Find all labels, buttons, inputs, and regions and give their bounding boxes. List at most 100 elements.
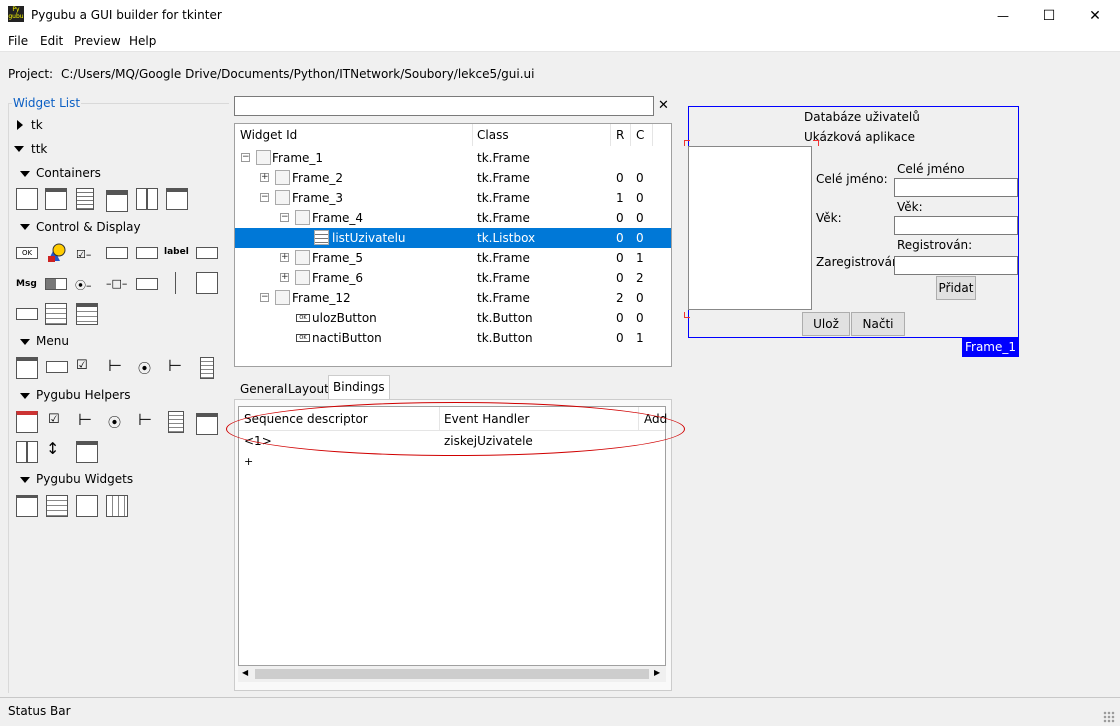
tree-header-column[interactable]: C — [636, 124, 644, 146]
section-containers[interactable]: Containers — [36, 166, 101, 180]
submenu-widget-icon[interactable] — [200, 357, 214, 379]
pw-editabletree-icon[interactable] — [46, 495, 68, 517]
spinbox-widget-icon[interactable] — [196, 247, 218, 259]
message-widget-icon[interactable]: Msg — [16, 279, 37, 289]
split-widget-icon[interactable] — [136, 188, 158, 210]
menu-edit[interactable]: Edit — [40, 34, 63, 48]
tree-row[interactable]: + Frame_2 tk.Frame 0 0 — [235, 168, 671, 188]
close-button[interactable]: ✕ — [1072, 0, 1118, 31]
helper-list-icon[interactable] — [168, 411, 184, 433]
helper-split-icon[interactable] — [16, 441, 38, 463]
expanded-arrow-icon[interactable] — [20, 171, 30, 177]
sizegrip-widget-icon[interactable] — [196, 272, 218, 294]
progressbar-widget-icon[interactable] — [45, 278, 67, 290]
age-field[interactable] — [894, 216, 1018, 235]
section-pygubu-widgets[interactable]: Pygubu Widgets — [36, 472, 133, 486]
resize-grip-icon[interactable] — [1103, 711, 1115, 723]
save-button[interactable]: Ulož — [802, 312, 850, 336]
pw-canvas-icon[interactable] — [76, 495, 98, 517]
scale-widget-icon[interactable]: –□– — [106, 277, 127, 290]
toplevel-widget-icon[interactable] — [166, 188, 188, 210]
checkbutton-widget-icon[interactable]: ☑– — [76, 248, 96, 261]
search-input[interactable] — [234, 96, 654, 116]
tree-header-row[interactable]: R — [616, 124, 624, 146]
add-binding-button[interactable]: + — [244, 455, 253, 468]
tree-row[interactable]: + Frame_5 tk.Frame 0 1 — [235, 248, 671, 268]
clear-search-icon[interactable]: ✕ — [658, 98, 669, 113]
minimize-button[interactable]: — — [980, 0, 1026, 31]
expanded-arrow-icon[interactable] — [20, 224, 30, 230]
collapse-icon[interactable]: − — [260, 193, 269, 202]
spinbox2-widget-icon[interactable] — [16, 308, 38, 320]
notebook-widget-icon[interactable] — [106, 190, 128, 212]
menu-file[interactable]: File — [8, 34, 28, 48]
tree-row-selected[interactable]: listUzivatelu tk.Listbox 0 0 — [235, 228, 671, 248]
tree-row[interactable]: OK ulozButton tk.Button 0 0 — [235, 308, 671, 328]
scroll-right-icon[interactable]: ▶ — [654, 668, 660, 677]
tree-header-widget-id[interactable]: Widget Id — [240, 124, 297, 146]
section-menu[interactable]: Menu — [36, 334, 69, 348]
tree-header-class[interactable]: Class — [477, 124, 509, 146]
registered-field[interactable] — [894, 256, 1018, 275]
button-widget-icon[interactable]: OK — [16, 247, 38, 259]
combobox-widget-icon[interactable] — [106, 247, 128, 259]
tree-row[interactable]: OK nactiButton tk.Button 0 1 — [235, 328, 671, 348]
section-pygubu-helpers[interactable]: Pygubu Helpers — [36, 388, 131, 402]
helper-frame-icon[interactable] — [16, 411, 38, 433]
helper-scrolled-icon[interactable] — [76, 441, 98, 463]
expanded-arrow-icon[interactable] — [20, 393, 30, 399]
text-widget-icon[interactable] — [45, 303, 67, 325]
maximize-button[interactable]: ☐ — [1026, 0, 1072, 31]
load-button[interactable]: Načti — [851, 312, 905, 336]
labelframe-widget-icon[interactable] — [45, 188, 67, 210]
helper-check-icon[interactable]: ☑ — [48, 412, 60, 427]
tab-layout[interactable]: Layout — [284, 378, 333, 400]
scrollbar-widget-icon[interactable] — [136, 278, 158, 290]
collapse-icon[interactable]: − — [280, 213, 289, 222]
shapes-widget-icon[interactable] — [46, 243, 66, 263]
tab-general[interactable]: General — [236, 378, 291, 400]
helper-command-icon[interactable]: ⊢ — [78, 410, 92, 429]
menuradio-widget-icon[interactable]: ⦿ — [138, 358, 151, 377]
preview-listbox[interactable] — [688, 146, 812, 310]
tree-row[interactable]: + Frame_6 tk.Frame 0 2 — [235, 268, 671, 288]
panedwindow-widget-icon[interactable] — [76, 188, 94, 210]
expand-icon[interactable]: + — [280, 273, 289, 282]
add-button[interactable]: Přidat — [936, 276, 976, 300]
menucheck-widget-icon[interactable]: ☑ — [76, 358, 88, 373]
frame-widget-icon[interactable] — [16, 188, 38, 210]
collapse-icon[interactable]: − — [260, 293, 269, 302]
helper-separator-icon[interactable]: ⊢ — [138, 410, 152, 429]
scroll-left-icon[interactable]: ◀ — [242, 668, 248, 677]
helper-radio-icon[interactable]: ⦿ — [108, 412, 121, 431]
helper-folder-icon[interactable] — [196, 413, 218, 435]
entry-widget-icon[interactable] — [136, 247, 158, 259]
scrollbar-thumb[interactable] — [255, 669, 649, 679]
menu-preview[interactable]: Preview — [74, 34, 121, 48]
tree-row[interactable]: − Frame_12 tk.Frame 2 0 — [235, 288, 671, 308]
menubutton-widget-icon[interactable] — [46, 361, 68, 373]
section-tk[interactable]: tk — [31, 118, 43, 132]
collapsed-arrow-icon[interactable] — [17, 120, 23, 130]
expanded-arrow-icon[interactable] — [20, 477, 30, 483]
section-ttk[interactable]: ttk — [31, 142, 47, 156]
treeview-widget-icon[interactable] — [76, 303, 98, 325]
name-field[interactable] — [894, 178, 1018, 197]
radiobutton-widget-icon[interactable]: ⦿– — [75, 277, 92, 293]
expanded-arrow-icon[interactable] — [20, 339, 30, 345]
expanded-arrow-icon[interactable] — [14, 146, 24, 152]
tree-row[interactable]: − Frame_3 tk.Frame 1 0 — [235, 188, 671, 208]
helper-resize-icon[interactable]: ↕ — [46, 439, 59, 458]
menucommand-widget-icon[interactable]: ⊢ — [108, 356, 122, 375]
menuseparator-widget-icon[interactable]: ⊢ — [168, 356, 182, 375]
pw-calendar-icon[interactable] — [106, 495, 128, 517]
section-control-display[interactable]: Control & Display — [36, 220, 141, 234]
menu-widget-icon[interactable] — [16, 357, 38, 379]
expand-icon[interactable]: + — [260, 173, 269, 182]
tab-bindings[interactable]: Bindings — [328, 375, 390, 400]
tree-row[interactable]: − Frame_1 tk.Frame — [235, 148, 671, 168]
collapse-icon[interactable]: − — [241, 153, 250, 162]
tree-row[interactable]: − Frame_4 tk.Frame 0 0 — [235, 208, 671, 228]
menu-help[interactable]: Help — [129, 34, 156, 48]
separator-widget-icon[interactable] — [175, 272, 176, 294]
